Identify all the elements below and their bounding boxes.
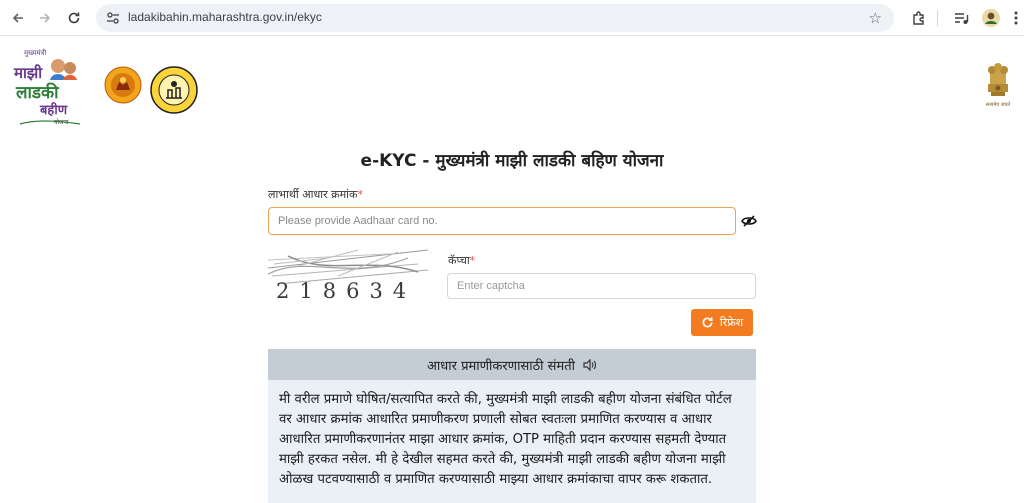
speaker-icon[interactable] [583,358,597,371]
logo-text-main-3: बहीण [39,102,68,118]
consent-header: आधार प्रमाणीकरणासाठी संमती [268,349,756,380]
captcha-code: 218634 [276,279,416,303]
captcha-label: कॅप्चा* [448,253,475,268]
national-emblem-icon: सत्यमेव जयते [982,60,1014,110]
refresh-captcha-button[interactable]: रिफ्रेश [691,309,753,336]
emblem-motto: सत्यमेव जयते [986,101,1011,108]
reload-icon[interactable] [64,8,84,28]
extensions-icon[interactable] [909,8,929,28]
site-settings-icon[interactable] [106,11,120,25]
bookmark-star-icon[interactable]: ☆ [869,9,882,27]
required-mark: * [469,254,476,267]
address-bar[interactable]: ladakibahin.maharashtra.gov.in/ekyc ☆ [96,4,894,32]
aadhaar-label-text: लाभार्थी आधार क्रमांक [268,188,358,201]
eye-off-icon[interactable] [741,213,757,227]
forward-icon[interactable] [35,8,55,28]
profile-avatar[interactable] [981,8,1001,28]
back-icon[interactable] [8,8,28,28]
refresh-label: रिफ्रेश [719,316,744,329]
captcha-image: 218634 [267,246,432,306]
logo-text-top: मुख्यमंत्री [24,48,46,57]
logo-text-main-1: माझी [13,64,43,82]
aadhaar-label: लाभार्थी आधार क्रमांक* [268,187,363,202]
department-seal-icon [150,66,198,114]
refresh-icon [702,317,713,328]
page-title: e-KYC - मुख्यमंत्री माझी लाडकी बहिण योजन… [360,151,664,171]
logo-text-main-2: लाडकी [15,82,59,103]
maharashtra-seal-icon [104,66,142,104]
captcha-input[interactable] [447,273,756,299]
url-text[interactable]: ladakibahin.maharashtra.gov.in/ekyc [128,10,322,24]
consent-text: मी वरील प्रमाणे घोषित/सत्यापित करते की, … [268,380,756,503]
chrome-menu-icon[interactable] [1006,8,1024,28]
toolbar-divider [937,10,938,26]
required-mark: * [357,188,363,201]
aadhaar-input[interactable] [268,207,736,235]
browser-toolbar: ladakibahin.maharashtra.gov.in/ekyc ☆ [0,0,1024,36]
captcha-label-text: कॅप्चा [448,254,470,267]
media-controls-icon[interactable] [951,8,971,28]
consent-title: आधार प्रमाणीकरणासाठी संमती [426,358,575,374]
consent-panel: आधार प्रमाणीकरणासाठी संमती मी वरील प्रमा… [268,349,756,503]
ladki-bahin-logo: मुख्यमंत्री माझी लाडकी बहीण योजना [12,46,90,128]
